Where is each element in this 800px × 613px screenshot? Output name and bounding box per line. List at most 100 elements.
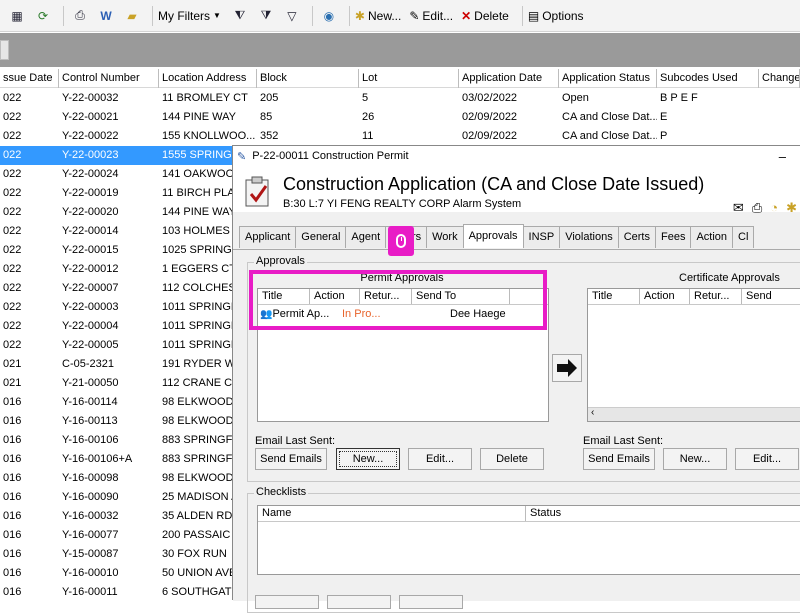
tab-approvals[interactable]: Approvals	[462, 224, 524, 248]
tab-applicant[interactable]: Applicant	[239, 226, 297, 248]
cert-new-button[interactable]: New...	[663, 448, 727, 470]
table-cell: 022	[3, 320, 22, 332]
table-cell: 022	[3, 92, 22, 104]
tab-cl[interactable]: Cl	[732, 226, 755, 248]
list-column-header[interactable]: Status	[526, 506, 800, 521]
cert-edit-button[interactable]: Edit...	[735, 448, 799, 470]
edit-button[interactable]: ✎ Edit...	[409, 9, 453, 23]
table-cell: 022	[3, 206, 22, 218]
permit-edit-button[interactable]: Edit...	[408, 448, 472, 470]
tab-fees[interactable]: Fees	[654, 226, 692, 248]
column-header[interactable]: Block	[257, 69, 359, 88]
checklist-edit-button[interactable]	[327, 595, 391, 609]
group-by-bar	[0, 33, 800, 67]
permit-send-emails-button[interactable]: Send Emails	[255, 448, 327, 470]
mouse-cursor-indicator-icon	[388, 226, 414, 256]
table-cell: 02/09/2022	[462, 111, 518, 123]
group-by-stub[interactable]	[0, 40, 9, 60]
table-cell: 02/09/2022	[462, 130, 518, 142]
checklist-new-button[interactable]	[255, 595, 319, 609]
new-item-icon[interactable]: ✱	[786, 200, 797, 216]
tab-work[interactable]: Work	[426, 226, 464, 248]
transfer-arrow-button[interactable]	[552, 354, 582, 382]
horizontal-scrollbar[interactable]: ‹	[588, 407, 800, 421]
table-row[interactable]: 022 Y-22-00032 11 BROMLEY CT 205 5 03/02/2022…	[0, 89, 800, 108]
my-filters-label: My Filters	[158, 8, 210, 23]
funnel-icon: ▽	[287, 8, 297, 23]
tab-general[interactable]: General	[295, 226, 347, 248]
tab-agent[interactable]: Agent	[345, 226, 387, 248]
application-subheading: B:30 L:7 YI FENG REALTY CORP Alarm Syste…	[283, 198, 522, 210]
clock-icon[interactable]: ◔	[770, 200, 778, 216]
column-header[interactable]: Control Number	[59, 69, 159, 88]
grid-view-button[interactable]: ▦	[6, 5, 28, 27]
column-header[interactable]: Location Address	[159, 69, 257, 88]
print-button[interactable]: ⎙	[69, 5, 91, 27]
refresh-icon: ⟳	[37, 8, 49, 23]
table-cell: Y-22-00014	[62, 225, 119, 237]
table-cell: 016	[3, 453, 22, 465]
word-icon: W	[100, 8, 112, 23]
dialog-tabs: ApplicantGeneralAgentactorsWorkApprovals…	[239, 224, 755, 248]
list-column-header[interactable]: Title	[588, 289, 640, 304]
table-cell: Y-16-00113	[62, 415, 118, 427]
web-search-button[interactable]: ◉	[318, 5, 340, 27]
permit-email-last-sent: Email Last Sent:	[255, 435, 336, 447]
tab-insp[interactable]: INSP	[522, 226, 561, 248]
word-export-button[interactable]: W	[95, 5, 117, 27]
checklist-delete-button[interactable]	[399, 595, 463, 609]
permit-new-button[interactable]: New...	[336, 448, 400, 470]
tab-action[interactable]: Action	[690, 226, 734, 248]
table-cell: 022	[3, 111, 22, 123]
permit-delete-button[interactable]: Delete	[480, 448, 544, 470]
table-cell: B P E F	[660, 92, 698, 104]
column-header[interactable]: Application Status	[559, 69, 657, 88]
table-row[interactable]: 022 Y-22-00021 144 PINE WAY 85 26 02/09/2022 C…	[0, 108, 800, 127]
column-header[interactable]: ssue Date	[0, 69, 59, 88]
table-cell: CA and Close Dat...	[562, 130, 657, 142]
list-column-header[interactable]: Action	[640, 289, 690, 304]
column-header[interactable]: Application Date	[459, 69, 559, 88]
cert-send-emails-button[interactable]: Send Emails	[583, 448, 655, 470]
printer-icon[interactable]: ⎙	[752, 200, 762, 216]
table-cell: 016	[3, 586, 22, 598]
tab-violations[interactable]: Violations	[559, 226, 619, 248]
options-button[interactable]: ▤ Options	[528, 9, 584, 23]
table-cell: 022	[3, 301, 22, 313]
permit-edit-icon: ✎	[237, 150, 247, 163]
tab-certs[interactable]: Certs	[617, 226, 656, 248]
new-label: New...	[367, 8, 402, 23]
filter-button[interactable]: ▽	[281, 5, 303, 27]
open-folder-button[interactable]: ▰	[121, 5, 143, 27]
highlight-box	[249, 270, 547, 330]
printer-icon: ⎙	[75, 8, 85, 22]
dialog-minimize-button[interactable]: –	[779, 149, 786, 164]
list-column-header[interactable]: Retur...	[690, 289, 742, 304]
filter-add-button[interactable]: ⧨	[229, 5, 251, 27]
column-header[interactable]: Lot	[359, 69, 459, 88]
table-cell	[759, 108, 800, 127]
table-cell: Y-22-00022	[62, 130, 119, 142]
table-cell: 016	[3, 510, 22, 522]
table-cell: 022	[3, 244, 22, 256]
filter-edit-button[interactable]: ⧩	[255, 5, 277, 27]
toolbar-divider	[521, 5, 523, 26]
new-button[interactable]: ✱ New...	[355, 9, 401, 23]
table-cell: 11	[362, 130, 374, 142]
options-icon: ▤	[527, 8, 540, 23]
table-cell: Y-22-00003	[62, 301, 119, 313]
checklists-list[interactable]: Name Status	[257, 505, 800, 575]
refresh-button[interactable]: ⟳	[32, 5, 54, 27]
certificate-approvals-list[interactable]: Title Action Retur... Send ‹	[587, 288, 800, 422]
envelope-icon[interactable]: ✉	[733, 200, 744, 216]
table-row[interactable]: 022 Y-22-00022 155 KNOLLWOO... 352 11 02/09/2…	[0, 127, 800, 146]
scroll-left-icon: ‹	[591, 407, 595, 418]
my-filters-dropdown[interactable]: My Filters ▼	[158, 9, 221, 23]
delete-button[interactable]: ✕ Delete	[461, 9, 509, 23]
list-column-header[interactable]: Name	[258, 506, 526, 521]
column-header[interactable]: Subcodes Used	[657, 69, 759, 88]
list-column-header[interactable]: Send	[742, 289, 800, 304]
table-cell: 021	[3, 377, 22, 389]
column-header[interactable]: Change	[759, 69, 800, 88]
toolbar-divider	[63, 5, 64, 26]
